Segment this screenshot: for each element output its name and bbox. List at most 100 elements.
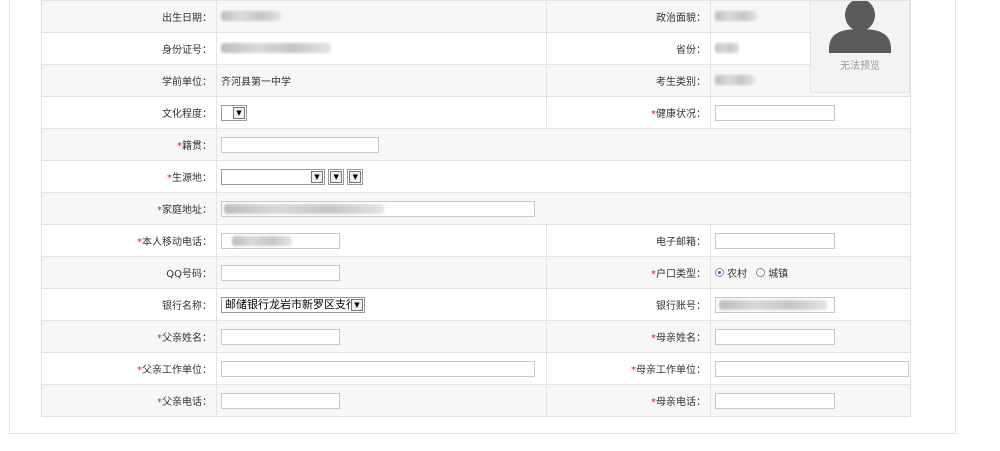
bank-name-select[interactable]: 邮储银行龙岩市新罗区支行 ▼ [221, 296, 365, 313]
row-previous-school: 学前单位： 齐河县第一中学 考生类别： [41, 64, 911, 97]
health-status-cell [710, 96, 911, 129]
qq-label: QQ号码： [41, 256, 217, 289]
chevron-down-icon: ▼ [311, 170, 323, 183]
father-name-label: *父亲姓名： [41, 320, 217, 353]
redacted-value [719, 299, 827, 310]
row-parent-names: *父亲姓名： *母亲姓名： [41, 320, 911, 353]
mobile-phone-label: *本人移动电话： [41, 224, 217, 257]
education-level-select[interactable]: ▼ [221, 104, 247, 121]
chevron-down-icon: ▼ [351, 298, 363, 311]
home-address-label-text: 家庭地址： [162, 205, 212, 216]
province-label: 省份： [546, 32, 711, 65]
row-mobile-phone: *本人移动电话： 电子邮箱： [41, 224, 911, 257]
student-info-form: 出生日期： 政治面貌： 身份证号： 省份： 学前单位： 齐河县第一中学 考生类别… [41, 0, 911, 417]
hukou-urban-label[interactable]: 城镇 [768, 269, 788, 280]
bank-account-cell [710, 288, 911, 321]
row-native-place: *籍贯： [41, 128, 911, 161]
bank-name-selected: 邮储银行龙岩市新罗区支行 [225, 297, 357, 311]
father-phone-label: *父亲电话： [41, 384, 217, 417]
origin-city-select[interactable]: ▼ [328, 168, 345, 185]
hukou-rural-label[interactable]: 农村 [727, 269, 747, 280]
email-cell [710, 224, 911, 257]
hukou-urban-radio[interactable] [756, 268, 766, 277]
father-work-cell [216, 352, 547, 385]
health-status-label: *健康状况： [546, 96, 711, 129]
bank-account-label: 银行账号： [546, 288, 711, 321]
redacted-value [715, 11, 757, 21]
father-name-cell [216, 320, 547, 353]
row-parent-phone: *父亲电话： *母亲电话： [41, 384, 911, 417]
father-name-label-text: 父亲姓名： [162, 333, 212, 344]
chevron-down-icon: ▼ [233, 106, 245, 119]
id-number-label: 身份证号： [41, 32, 217, 65]
row-home-address: *家庭地址： [41, 192, 911, 225]
mother-work-input[interactable] [715, 360, 909, 377]
id-number-value [216, 32, 547, 65]
bank-name-label: 银行名称： [41, 288, 217, 321]
birth-date-value [216, 0, 547, 33]
origin-place-cell: ▼ ▼ ▼ [216, 160, 911, 193]
father-work-input[interactable] [221, 360, 535, 377]
birth-date-label: 出生日期： [41, 0, 217, 33]
education-level-cell: ▼ [216, 96, 547, 129]
hukou-rural-radio[interactable] [715, 268, 724, 277]
origin-county-select[interactable]: ▼ [347, 168, 364, 185]
redacted-value [224, 203, 384, 214]
father-phone-input[interactable] [221, 392, 340, 409]
mother-name-input[interactable] [715, 328, 835, 345]
bank-account-input[interactable] [715, 296, 835, 313]
redacted-value [232, 235, 292, 246]
mother-work-label: *母亲工作单位： [546, 352, 711, 385]
chevron-down-icon: ▼ [349, 170, 362, 183]
hukou-label-text: 户口类型： [656, 269, 706, 280]
redacted-value [715, 43, 739, 53]
row-parent-work: *父亲工作单位： *母亲工作单位： [41, 352, 911, 385]
qq-input[interactable] [221, 264, 340, 281]
father-phone-cell [216, 384, 547, 417]
qq-cell [216, 256, 547, 289]
avatar-placeholder-icon [829, 0, 891, 53]
health-status-input[interactable] [715, 104, 835, 121]
email-input[interactable] [715, 232, 835, 249]
mother-name-label: *母亲姓名： [546, 320, 711, 353]
mobile-phone-input[interactable] [221, 232, 340, 249]
father-phone-label-text: 父亲电话： [162, 397, 212, 408]
education-level-label: 文化程度： [41, 96, 217, 129]
bank-name-cell: 邮储银行龙岩市新罗区支行 ▼ [216, 288, 547, 321]
redacted-value [715, 75, 755, 85]
previous-school-value: 齐河县第一中学 [216, 64, 547, 97]
candidate-type-label: 考生类别： [546, 64, 711, 97]
mother-phone-input[interactable] [715, 392, 835, 409]
native-place-label: *籍贯： [41, 128, 217, 161]
father-work-label: *父亲工作单位： [41, 352, 217, 385]
mother-phone-cell [710, 384, 911, 417]
father-work-label-text: 父亲工作单位： [142, 365, 212, 376]
photo-caption: 无法预览 [840, 61, 880, 72]
row-bank: 银行名称： 邮储银行龙岩市新罗区支行 ▼ 银行账号： [41, 288, 911, 321]
native-place-input[interactable] [221, 136, 379, 153]
mother-work-cell [710, 352, 911, 385]
mother-phone-label: *母亲电话： [546, 384, 711, 417]
home-address-cell [216, 192, 911, 225]
origin-province-select[interactable]: ▼ [221, 168, 325, 185]
row-id-number: 身份证号： 省份： [41, 32, 911, 65]
origin-place-label-text: 生源地： [172, 173, 212, 184]
political-status-label: 政治面貌： [546, 0, 711, 33]
home-address-input[interactable] [221, 200, 535, 217]
home-address-label: *家庭地址： [41, 192, 217, 225]
previous-school-label: 学前单位： [41, 64, 217, 97]
row-education-level: 文化程度： ▼ *健康状况： [41, 96, 911, 129]
redacted-value [221, 43, 331, 53]
row-origin-place: *生源地： ▼ ▼ ▼ [41, 160, 911, 193]
origin-place-label: *生源地： [41, 160, 217, 193]
father-name-input[interactable] [221, 328, 340, 345]
student-photo: 无法预览 [810, 0, 910, 93]
mother-work-label-text: 母亲工作单位： [636, 365, 706, 376]
chevron-down-icon: ▼ [330, 170, 343, 183]
hukou-label: *户口类型： [546, 256, 711, 289]
row-qq: QQ号码： *户口类型： 农村 城镇 [41, 256, 911, 289]
row-birth-date: 出生日期： 政治面貌： [41, 0, 911, 33]
hukou-options: 农村 城镇 [710, 256, 911, 289]
mother-name-label-text: 母亲姓名： [656, 333, 706, 344]
redacted-value [221, 11, 281, 21]
